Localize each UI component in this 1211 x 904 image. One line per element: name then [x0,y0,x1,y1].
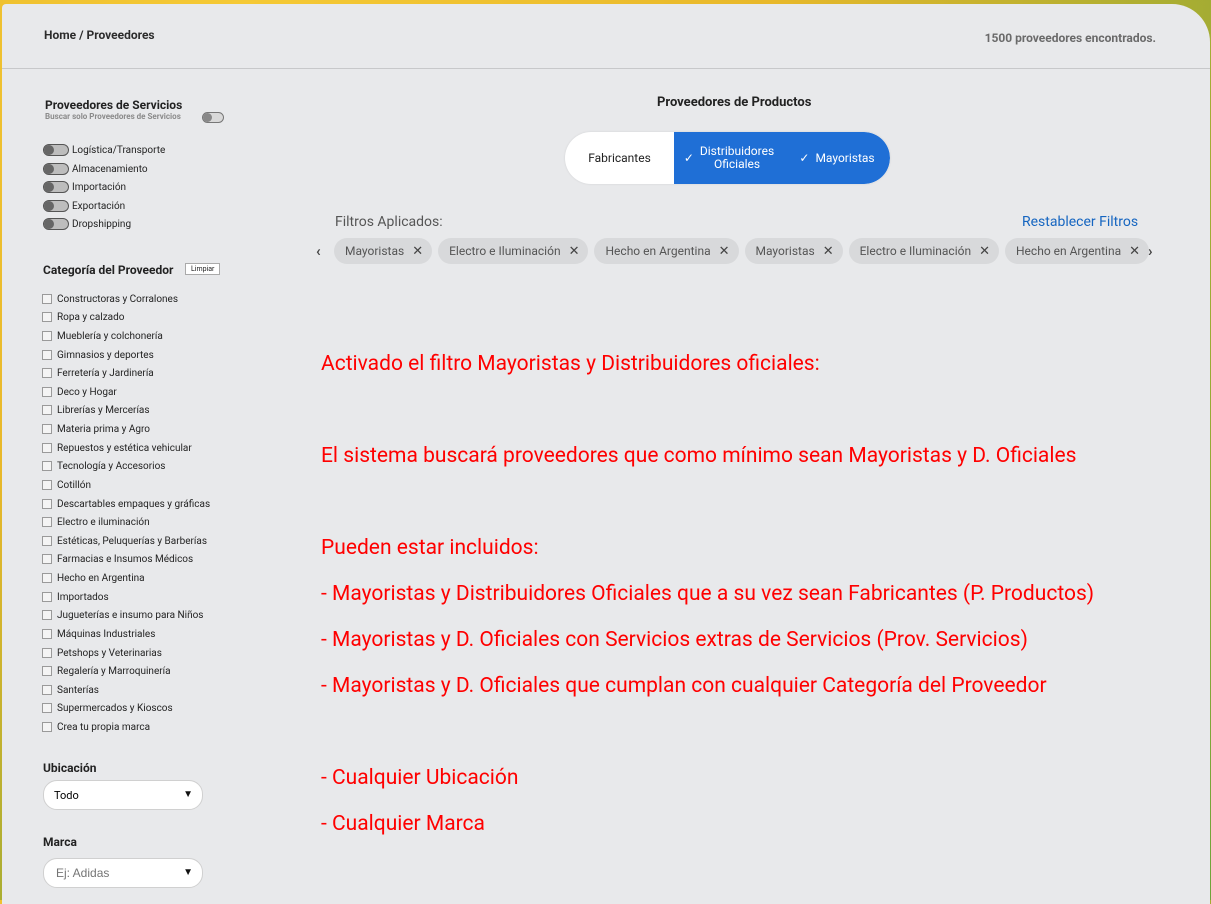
category-item[interactable]: Materia prima y Agro [42,422,150,436]
checkbox-icon[interactable] [42,312,52,322]
caret-down-icon: ▼ [183,789,193,800]
toggle-icon[interactable] [43,163,69,175]
category-item[interactable]: Hecho en Argentina [42,571,145,585]
location-title: Ubicación [43,761,97,775]
toggle-icon[interactable] [43,181,69,193]
product-type-segmented-control: Fabricantes ✓ Distribuidores Oficiales ✓… [565,132,890,184]
category-item[interactable]: Librerías y Mercerías [42,403,150,417]
segment-fabricantes[interactable]: Fabricantes [565,132,674,184]
checkbox-icon[interactable] [42,480,52,490]
services-title: Proveedores de Servicios [45,98,183,112]
chevron-left-icon[interactable]: ‹ [316,242,321,260]
services-only-toggle[interactable] [202,112,224,123]
checkbox-icon[interactable] [42,648,52,658]
category-item[interactable]: Supermercados y Kioscos [42,701,173,715]
category-item[interactable]: Mueblería y colchonería [42,329,163,343]
reset-filters-link[interactable]: Restablecer Filtros [1022,214,1138,230]
category-item[interactable]: Crea tu propia marca [42,720,150,734]
category-item[interactable]: Máquinas Industriales [42,627,155,641]
service-item[interactable]: Almacenamiento [43,162,148,176]
toggle-icon[interactable] [43,200,69,212]
close-icon[interactable]: ✕ [569,244,580,259]
top-bar: Home / Proveedores 1500 proveedores enco… [2,4,1210,69]
category-item[interactable]: Farmacias e Insumos Médicos [42,552,193,566]
close-icon[interactable]: ✕ [979,244,990,259]
category-item[interactable]: Descartables empaques y gráficas [42,497,210,511]
toggle-icon[interactable] [43,144,69,156]
toggle-icon[interactable] [43,218,69,230]
check-icon: ✓ [799,151,810,165]
results-count: 1500 proveedores encontrados. [984,31,1156,45]
checkbox-icon[interactable] [42,405,52,415]
service-item[interactable]: Importación [43,180,126,194]
category-item[interactable]: Cotillón [42,478,91,492]
applied-filters-label: Filtros Aplicados: [335,214,443,230]
segment-distribuidores-oficiales[interactable]: ✓ Distribuidores Oficiales [674,132,784,184]
filter-chip[interactable]: Electro e Iluminación ✕ [438,238,589,264]
location-select[interactable]: Todo ▼ [43,780,203,810]
checkbox-icon[interactable] [42,387,52,397]
brand-select[interactable]: ▼ [43,858,203,888]
checkbox-icon[interactable] [42,443,52,453]
services-only-label: Buscar solo Proveedores de Servicios [45,112,181,121]
filter-chip[interactable]: Hecho en Argentina ✕ [594,238,739,264]
filter-chip[interactable]: Hecho en Argentina ✕ [1005,238,1150,264]
service-item[interactable]: Logística/Transporte [43,143,165,157]
filter-chip[interactable]: Electro e Iluminación ✕ [848,238,999,264]
checkbox-icon[interactable] [42,629,52,639]
checkbox-icon[interactable] [42,461,52,471]
segment-mayoristas[interactable]: ✓ Mayoristas [784,132,890,184]
brand-input[interactable] [54,865,178,881]
service-item[interactable]: Exportación [43,199,125,213]
caret-down-icon: ▼ [183,867,193,878]
breadcrumb[interactable]: Home / Proveedores [44,28,155,42]
category-item[interactable]: Petshops y Veterinarias [42,646,162,660]
checkbox-icon[interactable] [42,294,52,304]
checkbox-icon[interactable] [42,703,52,713]
close-icon[interactable]: ✕ [412,244,423,259]
category-item[interactable]: Santerías [42,683,99,697]
brand-title: Marca [43,835,77,849]
category-item[interactable]: Repuestos y estética vehicular [42,441,192,455]
products-title: Proveedores de Productos [657,95,812,110]
close-icon[interactable]: ✕ [719,244,730,259]
checkbox-icon[interactable] [42,592,52,602]
checkbox-icon[interactable] [42,666,52,676]
category-item[interactable]: Electro e iluminación [42,515,150,529]
checkbox-icon[interactable] [42,610,52,620]
filter-chip[interactable]: Mayoristas ✕ [744,238,843,264]
checkbox-icon[interactable] [42,536,52,546]
checkbox-icon[interactable] [42,722,52,732]
service-item[interactable]: Dropshipping [43,217,131,231]
close-icon[interactable]: ✕ [823,244,834,259]
category-item[interactable]: Estéticas, Peluquerías y Barberías [42,534,207,548]
checkbox-icon[interactable] [42,573,52,583]
checkbox-icon[interactable] [42,331,52,341]
main-panel: Home / Proveedores 1500 proveedores enco… [2,4,1210,904]
close-icon[interactable]: ✕ [1129,244,1140,259]
filter-explanation: Activado el filtro Mayoristas y Distribu… [321,352,1095,836]
category-item[interactable]: Constructoras y Corralones [42,292,178,306]
checkbox-icon[interactable] [42,350,52,360]
checkbox-icon[interactable] [42,554,52,564]
category-item[interactable]: Gimnasios y deportes [42,348,154,362]
category-item[interactable]: Ferretería y Jardinería [42,366,154,380]
category-item[interactable]: Importados [42,590,109,604]
checkbox-icon[interactable] [42,517,52,527]
category-item[interactable]: Ropa y calzado [42,310,124,324]
category-item[interactable]: Regalería y Marroquinería [42,664,171,678]
clear-categories-button[interactable]: Limpiar [185,263,221,275]
filter-chip[interactable]: Mayoristas ✕ [334,238,433,264]
checkbox-icon[interactable] [42,424,52,434]
category-item[interactable]: Deco y Hogar [42,385,117,399]
category-title: Categoría del Proveedor [43,263,174,277]
check-icon: ✓ [683,150,694,165]
checkbox-icon[interactable] [42,685,52,695]
category-item[interactable]: Tecnología y Accesorios [42,459,165,473]
applied-filter-chips: Mayoristas ✕ Electro e Iluminación ✕ Hecho e… [334,238,1150,264]
category-item[interactable]: Jugueterías e insumo para Niños [42,608,203,622]
checkbox-icon[interactable] [42,368,52,378]
checkbox-icon[interactable] [42,499,52,509]
